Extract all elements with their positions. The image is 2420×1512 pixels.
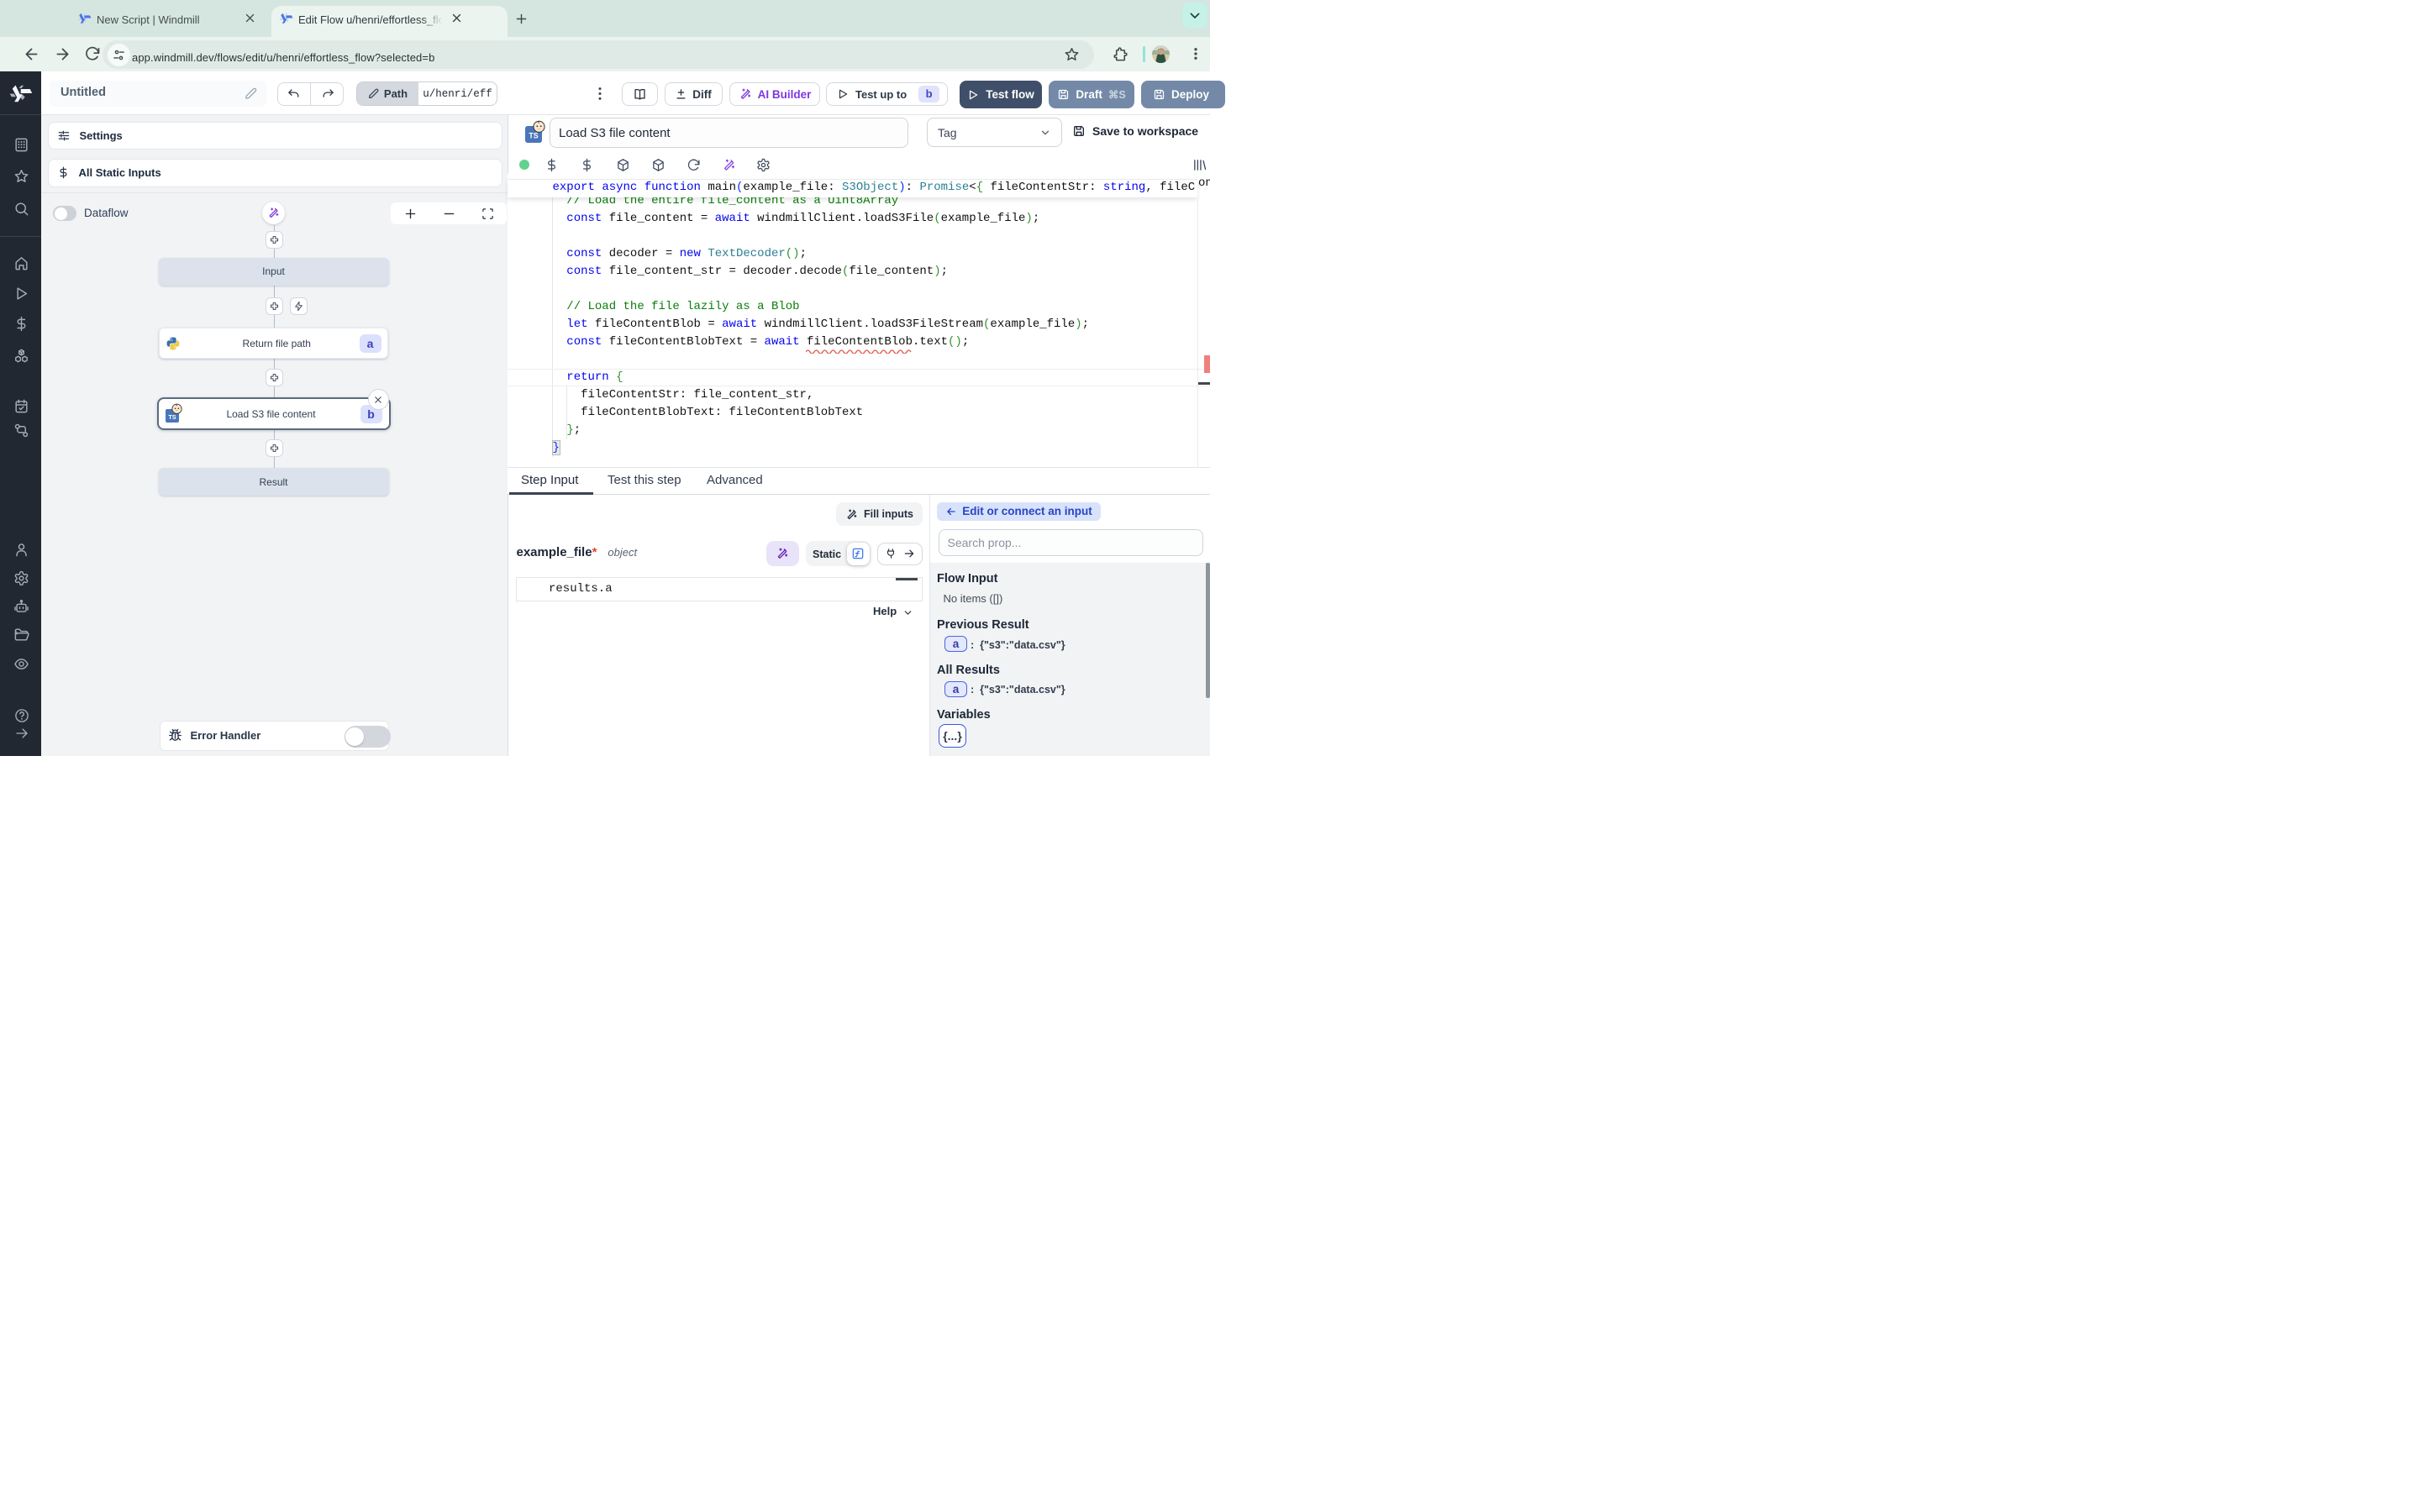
svg-text:TS: TS bbox=[168, 413, 176, 421]
svg-text:TS: TS bbox=[529, 132, 538, 140]
